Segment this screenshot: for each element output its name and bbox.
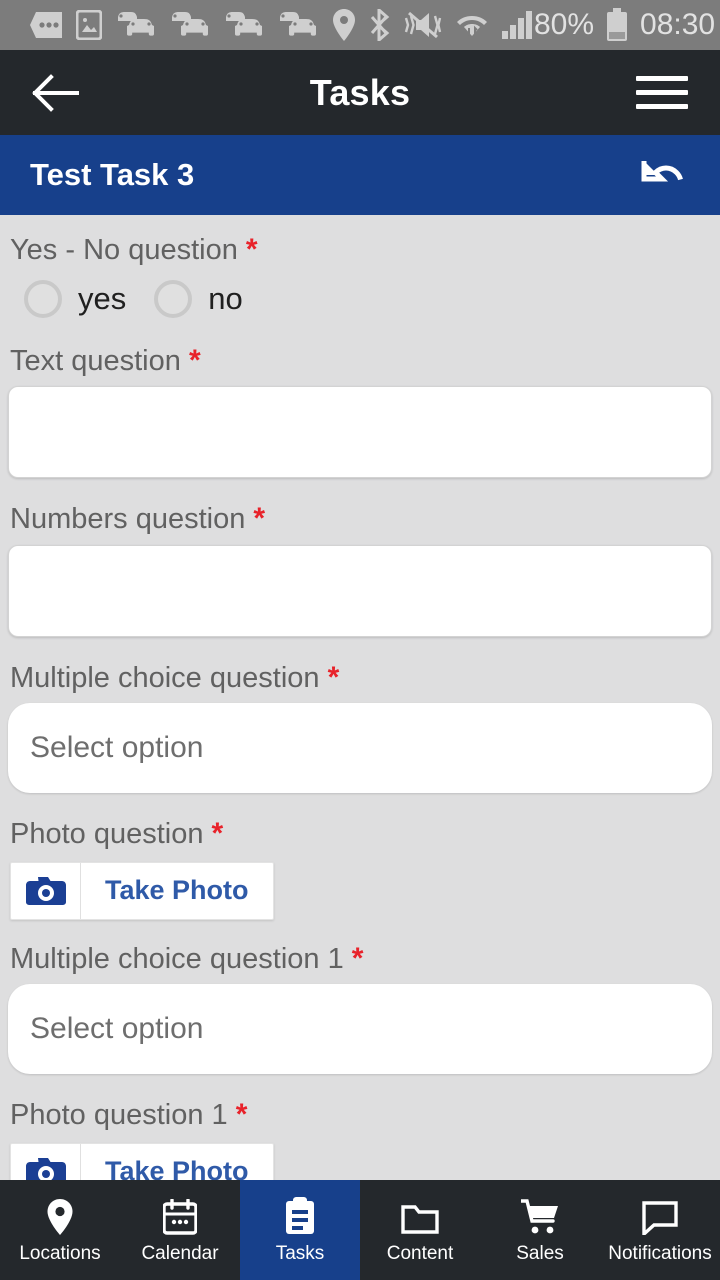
location-pin-icon: [47, 1195, 73, 1235]
task-header-bar: Test Task 3: [0, 135, 720, 215]
undo-button[interactable]: [636, 148, 690, 202]
task-title: Test Task 3: [30, 157, 195, 192]
select-value: Select option: [30, 731, 204, 764]
battery-icon: [607, 8, 628, 41]
radio-label-no[interactable]: no: [208, 281, 242, 317]
numbers-question-input[interactable]: [8, 544, 712, 637]
radio-group-yes-no: yes no: [6, 274, 714, 326]
bottom-navigation: Locations Calendar Tasks Content Sales N…: [0, 1180, 720, 1280]
required-asterisk: *: [245, 233, 258, 266]
vibrate-mute-icon: [404, 11, 442, 39]
question-label-multiple-choice: Multiple choice question *: [6, 643, 714, 702]
question-label-text: Text question *: [6, 326, 714, 385]
app-screen: 80% 08:30 Tasks Test Task 3 Yes - No que…: [0, 0, 720, 1280]
radio-label-yes[interactable]: yes: [78, 281, 126, 317]
nav-label-calendar: Calendar: [141, 1243, 219, 1264]
hamburger-menu-button[interactable]: [636, 64, 694, 122]
status-bar: 80% 08:30: [0, 0, 720, 50]
nav-item-tasks[interactable]: Tasks: [240, 1180, 360, 1280]
hamburger-menu-icon: [636, 76, 688, 81]
nav-label-sales: Sales: [516, 1243, 564, 1264]
multiple-choice-1-select[interactable]: Select option: [8, 984, 712, 1074]
take-photo-button[interactable]: Take Photo: [10, 861, 274, 920]
back-arrow-icon: [32, 73, 79, 112]
select-value: Select option: [30, 1012, 204, 1045]
nav-item-notifications[interactable]: Notifications: [600, 1180, 720, 1280]
messages-icon: [30, 12, 62, 38]
question-text: Text question: [10, 344, 181, 377]
text-question-input[interactable]: [8, 386, 712, 478]
nav-item-content[interactable]: Content: [360, 1180, 480, 1280]
shopping-cart-icon: [521, 1195, 559, 1235]
question-text: Numbers question: [10, 503, 246, 535]
take-photo-label: Take Photo: [105, 875, 249, 905]
required-asterisk: *: [253, 502, 266, 535]
traffic-car-icon: [172, 12, 208, 36]
nav-label-tasks: Tasks: [275, 1243, 325, 1264]
app-bar: Tasks: [0, 50, 720, 135]
question-label-multiple-choice-1: Multiple choice question 1 *: [6, 924, 714, 983]
speech-bubble-icon: [642, 1195, 678, 1235]
clock-label: 08:30: [640, 8, 716, 41]
battery-percent-label: 80%: [534, 8, 595, 41]
nav-item-calendar[interactable]: Calendar: [120, 1180, 240, 1280]
question-text: Photo question: [10, 818, 204, 850]
location-pin-icon: [333, 9, 355, 41]
status-bar-system-icons: 80% 08:30: [534, 8, 715, 42]
take-photo-1-button[interactable]: Take Photo: [10, 1142, 274, 1180]
question-label-photo: Photo question *: [6, 799, 714, 858]
nav-item-locations[interactable]: Locations: [0, 1180, 120, 1280]
required-asterisk: *: [235, 1098, 248, 1131]
multiple-choice-select[interactable]: Select option: [8, 703, 712, 793]
nav-label-notifications: Notifications: [608, 1243, 712, 1264]
back-button[interactable]: [26, 64, 84, 122]
page-title: Tasks: [309, 71, 411, 113]
clipboard-icon: [285, 1195, 315, 1235]
question-text: Yes - No question: [10, 234, 238, 266]
traffic-car-icon: [226, 12, 262, 36]
question-text: Multiple choice question 1: [10, 942, 344, 975]
task-form: Yes - No question * yes no Text question…: [0, 215, 720, 1180]
signal-bars-icon: [502, 11, 532, 39]
required-asterisk: *: [188, 343, 201, 377]
nav-label-content: Content: [386, 1243, 454, 1264]
required-asterisk: *: [351, 941, 364, 975]
camera-icon: [11, 862, 81, 919]
required-asterisk: *: [211, 817, 224, 850]
radio-option-no[interactable]: [154, 279, 193, 318]
folder-icon: [401, 1195, 439, 1235]
nav-item-sales[interactable]: Sales: [480, 1180, 600, 1280]
question-text: Multiple choice question: [10, 661, 320, 694]
undo-arrow-icon: [641, 161, 683, 182]
gallery-icon: [76, 10, 102, 40]
nav-label-locations: Locations: [19, 1243, 101, 1264]
question-label-yes-no: Yes - No question *: [6, 215, 714, 274]
status-bar-notification-icons: [30, 9, 534, 41]
question-text: Photo question 1: [10, 1099, 228, 1131]
bluetooth-icon: [370, 9, 390, 41]
question-label-photo-1: Photo question 1 *: [6, 1080, 714, 1139]
wifi-icon: [457, 16, 487, 38]
required-asterisk: *: [327, 660, 340, 694]
calendar-icon: [163, 1195, 197, 1235]
camera-icon: [11, 1143, 81, 1180]
question-label-numbers: Numbers question *: [6, 484, 714, 543]
take-photo-1-label: Take Photo: [105, 1156, 249, 1180]
traffic-car-icon: [118, 12, 154, 36]
radio-option-yes[interactable]: [24, 279, 62, 318]
traffic-car-icon: [280, 12, 316, 36]
